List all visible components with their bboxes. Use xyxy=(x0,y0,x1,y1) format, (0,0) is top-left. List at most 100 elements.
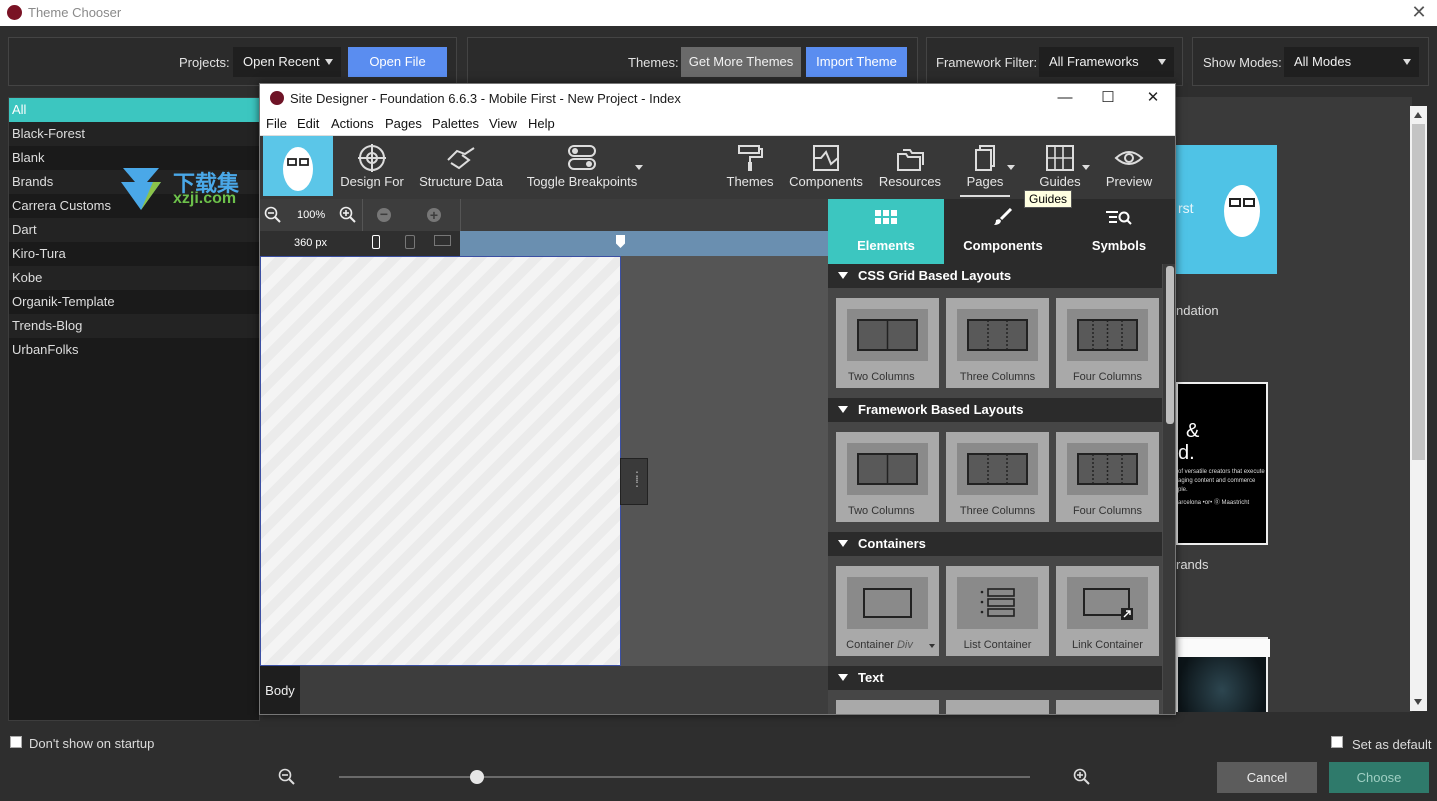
tab-components[interactable]: Components xyxy=(945,199,1061,264)
zoom-slider-track[interactable] xyxy=(339,770,1030,784)
chevron-down-icon[interactable] xyxy=(1082,165,1090,170)
tile-list-container[interactable]: List Container xyxy=(946,566,1049,656)
menu-actions[interactable]: Actions xyxy=(331,116,374,131)
section-framework[interactable]: Framework Based Layouts xyxy=(828,398,1162,422)
import-theme-button[interactable]: Import Theme xyxy=(806,47,907,77)
zoom-out-icon[interactable] xyxy=(278,768,296,786)
scroll-down-icon[interactable] xyxy=(1414,699,1422,705)
toggle-breakpoints-tool[interactable]: Toggle Breakpoints xyxy=(524,136,640,199)
theme-list-item[interactable]: Black-Forest xyxy=(9,122,261,146)
tile-four-columns[interactable]: Four Columns xyxy=(1056,298,1159,388)
theme-preview-third[interactable] xyxy=(1176,637,1270,712)
pages-tool[interactable]: Pages xyxy=(960,136,1010,197)
section-containers[interactable]: Containers xyxy=(828,532,1162,556)
minimize-icon[interactable]: — xyxy=(1055,88,1075,108)
tile-container[interactable]: Container Div xyxy=(836,566,939,656)
zoom-slider-knob[interactable] xyxy=(470,770,485,784)
theme-list-item[interactable]: Trends-Blog xyxy=(9,314,261,338)
set-default-checkbox[interactable] xyxy=(1331,736,1343,748)
canvas-resize-handle[interactable]: ⋮ ⋮ xyxy=(620,458,648,505)
yeti-mascot-icon xyxy=(283,147,313,191)
theme-list-item[interactable]: Kobe xyxy=(9,266,261,290)
theme-list-item[interactable]: Kiro-Tura xyxy=(9,242,261,266)
menu-file[interactable]: File xyxy=(266,116,287,131)
design-for-label: Design For xyxy=(340,174,404,189)
tab-symbols[interactable]: Symbols xyxy=(1061,199,1175,264)
zoom-in-icon[interactable] xyxy=(339,206,357,224)
theme-preview-brands[interactable]: & d. of versatile creators that execute … xyxy=(1176,382,1268,545)
section-text[interactable]: Text xyxy=(828,666,1162,690)
dont-show-label: Don't show on startup xyxy=(29,736,155,751)
theme-preview-foundation[interactable]: rst xyxy=(1176,145,1277,274)
open-file-button[interactable]: Open File xyxy=(348,47,447,77)
minus-circle-icon[interactable]: − xyxy=(377,207,391,222)
theme-list-item[interactable]: All xyxy=(9,98,261,122)
theme-list-item[interactable]: Dart xyxy=(9,218,261,242)
tile-two-columns[interactable]: Two Columns xyxy=(836,432,939,522)
menu-edit[interactable]: Edit xyxy=(297,116,319,131)
tile-three-columns[interactable]: Three Columns xyxy=(946,298,1049,388)
close-icon[interactable]: ✕ xyxy=(1143,88,1163,108)
chevron-down-icon[interactable] xyxy=(929,644,935,648)
choose-button[interactable]: Choose xyxy=(1329,762,1429,793)
scrollbar-thumb[interactable] xyxy=(1412,124,1425,460)
layout-thumb xyxy=(847,577,928,629)
dont-show-checkbox[interactable] xyxy=(10,736,22,748)
themes-tool[interactable]: Themes xyxy=(722,136,778,199)
scroll-up-icon[interactable] xyxy=(1414,112,1422,118)
tile-link-container[interactable]: Link Container xyxy=(1056,566,1159,656)
resources-tool[interactable]: Resources xyxy=(876,136,944,199)
layout-thumb xyxy=(1067,309,1148,361)
breakpoint-marker[interactable] xyxy=(616,235,625,248)
design-for-tool[interactable]: Design For xyxy=(338,136,406,199)
chooser-title: Theme Chooser xyxy=(28,5,122,20)
tile-four-columns[interactable]: Four Columns xyxy=(1056,432,1159,522)
cancel-button[interactable]: Cancel xyxy=(1217,762,1317,793)
projects-dropdown[interactable]: Open Recent xyxy=(233,47,341,77)
menu-pages[interactable]: Pages xyxy=(385,116,422,131)
tile-label: Container Div xyxy=(828,639,931,651)
preview-tool[interactable]: Preview xyxy=(1100,136,1158,199)
chevron-down-icon[interactable] xyxy=(635,165,643,170)
collapse-triangle-icon xyxy=(838,674,848,681)
section-title: Framework Based Layouts xyxy=(858,402,1024,417)
maximize-icon[interactable]: ☐ xyxy=(1098,88,1118,108)
section-css-grid[interactable]: CSS Grid Based Layouts xyxy=(828,264,1162,288)
menu-view[interactable]: View xyxy=(489,116,517,131)
chevron-down-icon[interactable] xyxy=(1007,165,1015,170)
download-arrow-icon xyxy=(121,168,161,210)
get-more-themes-button[interactable]: Get More Themes xyxy=(681,47,801,77)
phone-icon[interactable] xyxy=(372,235,380,249)
zoom-out-icon[interactable] xyxy=(264,206,282,224)
tile-three-columns[interactable]: Three Columns xyxy=(946,432,1049,522)
tablet-icon[interactable] xyxy=(405,235,415,249)
tab-elements[interactable]: Elements xyxy=(828,199,944,264)
four-columns-icon xyxy=(1077,453,1138,485)
tile-partial[interactable] xyxy=(1056,700,1159,714)
components-tool[interactable]: Components xyxy=(786,136,866,199)
breakpoint-track[interactable] xyxy=(460,231,828,256)
plus-circle-icon[interactable]: + xyxy=(427,208,441,222)
theme-list-item[interactable]: Organik-Template xyxy=(9,290,261,314)
tile-partial[interactable] xyxy=(946,700,1049,714)
close-icon[interactable]: ✕ xyxy=(1409,2,1429,22)
menu-palettes[interactable]: Palettes xyxy=(432,116,479,131)
scrollbar-thumb[interactable] xyxy=(1166,266,1174,424)
zoom-in-icon[interactable] xyxy=(1073,768,1091,786)
theme-list-item[interactable]: UrbanFolks xyxy=(9,338,261,362)
menu-help[interactable]: Help xyxy=(528,116,555,131)
modes-dropdown[interactable]: All Modes xyxy=(1284,47,1419,77)
panel-scrollbar[interactable] xyxy=(1163,264,1175,714)
app-mascot-button[interactable] xyxy=(263,136,333,196)
design-canvas[interactable] xyxy=(260,256,621,666)
preview-scrollbar[interactable] xyxy=(1410,106,1427,711)
desktop-icon[interactable] xyxy=(434,235,451,246)
projects-label: Projects: xyxy=(179,55,230,70)
body-tab[interactable]: Body xyxy=(260,666,300,714)
toggle-breakpoints-label: Toggle Breakpoints xyxy=(526,174,638,189)
tile-label: List Container xyxy=(963,639,1032,651)
structure-data-tool[interactable]: Structure Data xyxy=(418,136,504,199)
tile-two-columns[interactable]: Two Columns xyxy=(836,298,939,388)
tile-partial[interactable] xyxy=(836,700,939,714)
framework-dropdown[interactable]: All Frameworks xyxy=(1039,47,1174,77)
